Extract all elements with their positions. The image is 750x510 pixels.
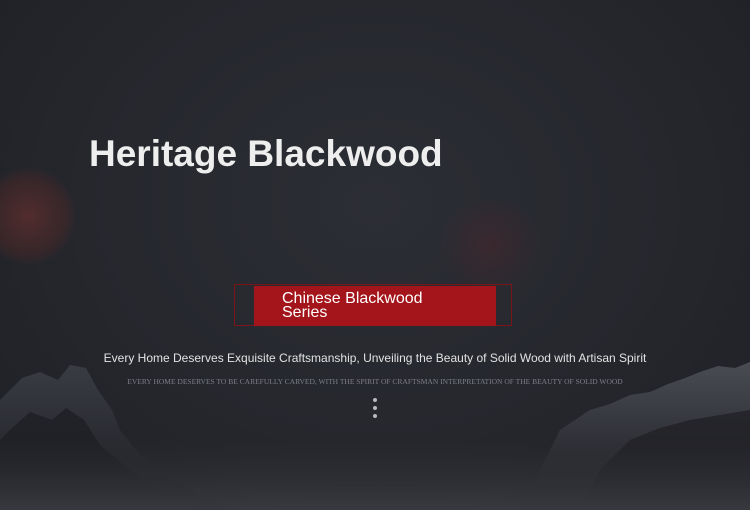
series-button-label-line2: Series [282, 304, 328, 321]
dot [373, 414, 377, 418]
series-button[interactable]: Chinese Blackwood Series [254, 286, 496, 326]
ink-mountains-illustration [0, 362, 750, 510]
dot [373, 398, 377, 402]
tagline-subtitle: EVERY HOME DESERVES TO BE CAREFULLY CARV… [127, 377, 623, 386]
page-title: Heritage Blackwood [89, 133, 443, 174]
dot [373, 406, 377, 410]
tagline: Every Home Deserves Exquisite Craftsmans… [103, 351, 647, 365]
hero-banner: Heritage Blackwood Chinese Blackwood Ser… [0, 0, 750, 510]
vertical-ellipsis-icon[interactable] [370, 398, 380, 424]
